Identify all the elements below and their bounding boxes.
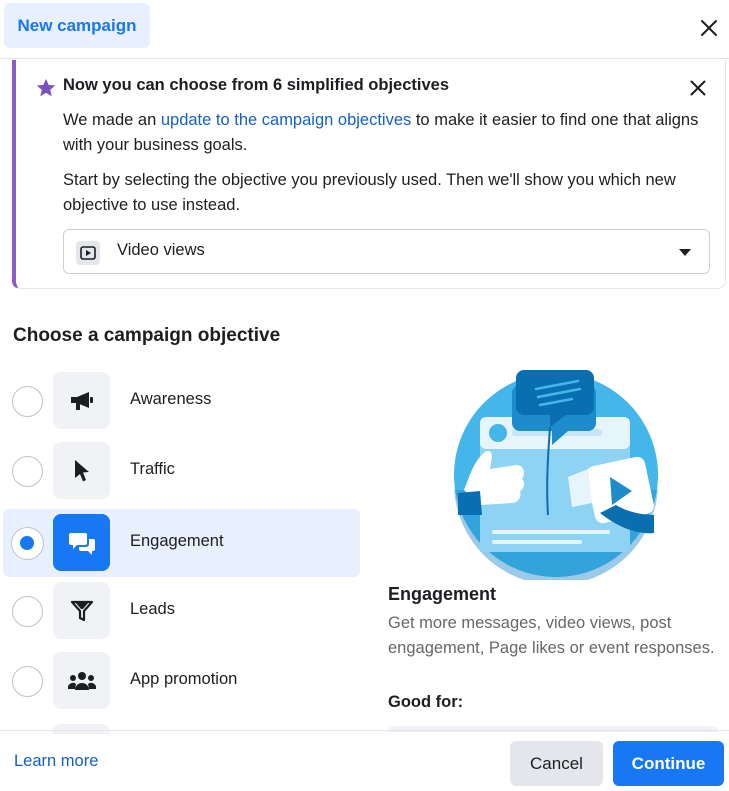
objective-app-promotion[interactable]: App promotion — [3, 647, 360, 715]
learn-more-link[interactable]: Learn more — [14, 752, 98, 771]
objective-awareness[interactable]: Awareness — [3, 367, 360, 435]
objective-label: App promotion — [130, 670, 238, 688]
close-icon — [690, 80, 706, 96]
section-title: Choose a campaign objective — [13, 325, 281, 346]
cursor-icon — [53, 442, 110, 499]
footer-divider — [0, 730, 729, 731]
radio-app-promotion[interactable] — [12, 666, 43, 697]
close-icon — [701, 20, 717, 36]
radio-engagement[interactable] — [12, 528, 43, 559]
objective-label: Engagement — [130, 532, 224, 550]
good-for-label: Good for: — [388, 693, 464, 711]
notice-title: Now you can choose from 6 simplified obj… — [63, 76, 450, 94]
select-value: Video views — [117, 241, 205, 259]
chevron-down-icon — [677, 246, 693, 258]
people-icon — [53, 652, 110, 709]
notice-body-update: We made an update to the campaign object… — [63, 108, 703, 158]
engagement-illustration — [454, 370, 658, 580]
star-icon — [36, 78, 56, 97]
objective-engagement[interactable]: Engagement — [3, 509, 360, 577]
megaphone-icon — [53, 372, 110, 429]
update-objectives-link[interactable]: update to the campaign objectives — [161, 111, 411, 129]
notice-body-prefix: We made an — [63, 111, 161, 129]
radio-awareness[interactable] — [12, 386, 43, 417]
tab-new-campaign[interactable]: New campaign — [4, 3, 150, 48]
good-for-box — [388, 726, 718, 732]
objective-leads[interactable]: Leads — [3, 577, 360, 645]
header-divider — [0, 58, 729, 59]
cancel-button[interactable]: Cancel — [510, 741, 603, 786]
continue-button[interactable]: Continue — [613, 741, 724, 786]
objective-label: Awareness — [130, 390, 212, 408]
funnel-icon — [53, 582, 110, 639]
video-play-icon — [76, 241, 100, 265]
notice-body-instructions: Start by selecting the objective you pre… — [63, 171, 676, 214]
chat-bubbles-icon — [53, 514, 110, 571]
close-dialog-button[interactable] — [696, 15, 722, 41]
objective-traffic[interactable]: Traffic — [3, 437, 360, 505]
objective-icon-partial — [53, 724, 110, 734]
previous-objective-select[interactable]: Video views — [63, 229, 710, 274]
notice-close-button[interactable] — [686, 76, 710, 100]
radio-traffic[interactable] — [12, 456, 43, 487]
radio-leads[interactable] — [12, 596, 43, 627]
objectives-notice: Now you can choose from 6 simplified obj… — [12, 60, 726, 289]
objective-label: Traffic — [130, 460, 175, 478]
detail-description: Get more messages, video views, post eng… — [388, 614, 715, 657]
objective-label: Leads — [130, 600, 175, 618]
detail-title: Engagement — [388, 584, 497, 604]
